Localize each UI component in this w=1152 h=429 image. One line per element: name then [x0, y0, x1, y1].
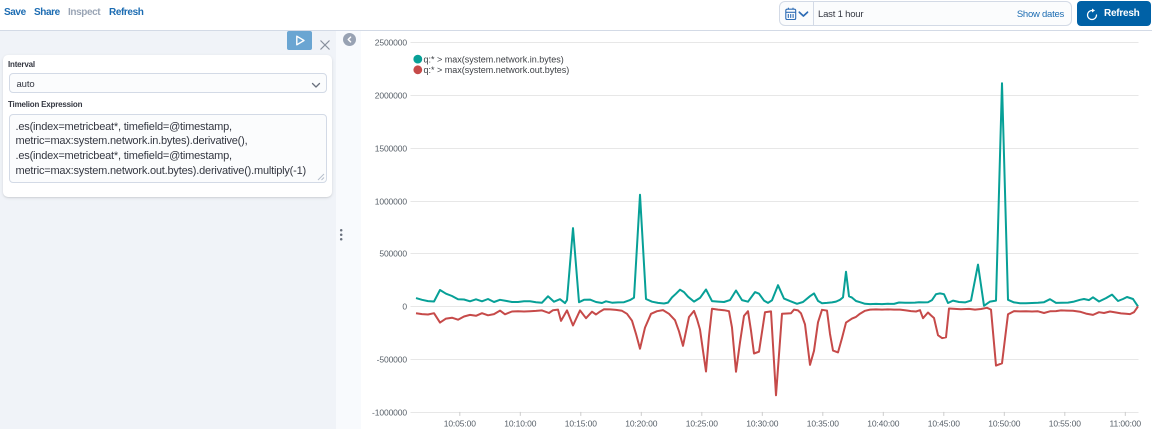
- svg-text:q:* > max(system.network.in.by: q:* > max(system.network.in.bytes): [424, 54, 564, 64]
- svg-text:10:30:00: 10:30:00: [746, 419, 779, 429]
- svg-text:1500000: 1500000: [375, 144, 408, 154]
- svg-text:10:45:00: 10:45:00: [928, 419, 961, 429]
- svg-text:1000000: 1000000: [375, 197, 408, 207]
- svg-text:500000: 500000: [379, 249, 407, 259]
- svg-text:10:05:00: 10:05:00: [444, 419, 477, 429]
- svg-text:2000000: 2000000: [375, 91, 408, 101]
- svg-text:11:00:00: 11:00:00: [1110, 419, 1142, 429]
- svg-text:10:55:00: 10:55:00: [1049, 419, 1082, 429]
- svg-text:10:20:00: 10:20:00: [625, 419, 658, 429]
- svg-text:10:25:00: 10:25:00: [686, 419, 719, 429]
- svg-text:-1000000: -1000000: [372, 408, 407, 418]
- svg-text:0: 0: [402, 302, 407, 312]
- svg-text:10:15:00: 10:15:00: [565, 419, 598, 429]
- svg-text:10:35:00: 10:35:00: [807, 419, 840, 429]
- svg-text:10:40:00: 10:40:00: [867, 419, 900, 429]
- svg-text:10:50:00: 10:50:00: [988, 419, 1021, 429]
- svg-text:2500000: 2500000: [375, 38, 408, 48]
- svg-text:q:* > max(system.network.out.b: q:* > max(system.network.out.bytes): [424, 65, 570, 75]
- svg-text:10:10:00: 10:10:00: [504, 419, 537, 429]
- svg-text:-500000: -500000: [377, 355, 408, 365]
